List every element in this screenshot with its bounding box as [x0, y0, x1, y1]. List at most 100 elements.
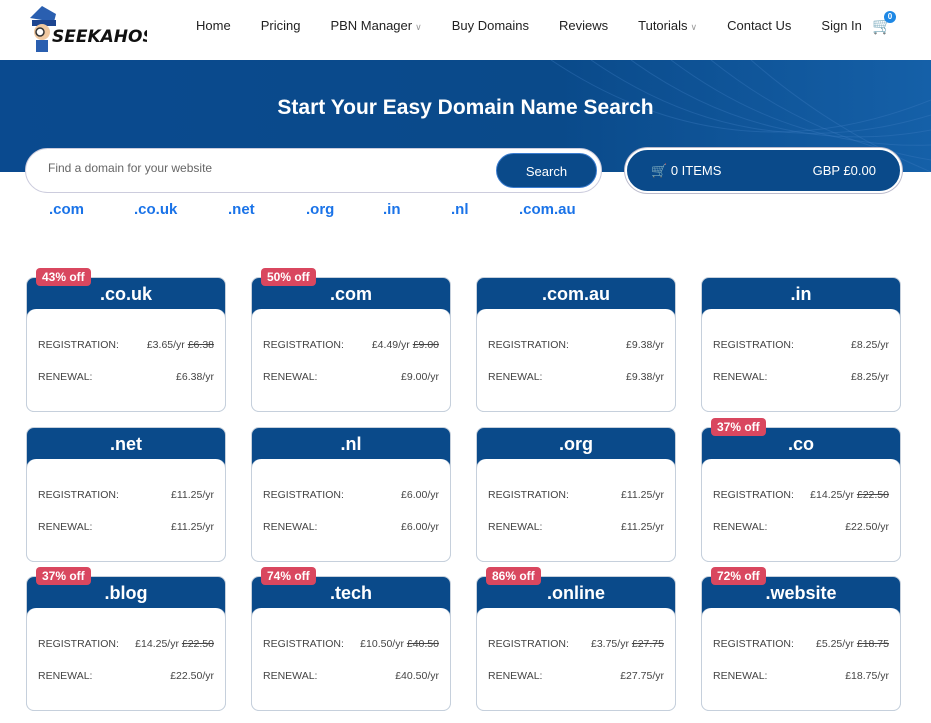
discount-badge: 86% off	[486, 567, 541, 585]
discount-badge: 74% off	[261, 567, 316, 585]
chevron-down-icon: ∨	[690, 22, 698, 32]
original-price: £40.50	[406, 638, 439, 650]
original-price: £6.38	[187, 339, 214, 351]
card-body: REGISTRATION: £14.25/yr £22.50 RENEWAL: …	[26, 608, 226, 711]
card-body: REGISTRATION: £4.49/yr £9.00 RENEWAL: £9…	[251, 309, 451, 412]
tld-name: .nl	[340, 434, 362, 454]
card-body: REGISTRATION: £9.38/yr RENEWAL: £9.38/yr	[476, 309, 676, 412]
domain-price-card[interactable]: .co.uk REGISTRATION: £3.65/yr £6.38 RENE…	[26, 268, 226, 412]
renewal-price: £11.25/yr	[171, 521, 214, 533]
chevron-down-icon: ∨	[415, 22, 422, 32]
nav-item-pbn-manager[interactable]: PBN Manager ∨	[330, 18, 421, 33]
search-button[interactable]: Search	[496, 153, 597, 188]
cart-icon: 🛒	[651, 163, 668, 178]
card-body: REGISTRATION: £11.25/yr RENEWAL: £11.25/…	[476, 459, 676, 562]
tld-link[interactable]: .com	[49, 201, 84, 218]
registration-label: REGISTRATION:	[713, 489, 794, 501]
domain-price-card[interactable]: .co REGISTRATION: £14.25/yr £22.50 RENEW…	[701, 418, 901, 562]
domain-price-card[interactable]: .com.au REGISTRATION: £9.38/yr RENEWAL: …	[476, 277, 676, 412]
tld-link[interactable]: .org	[306, 201, 334, 218]
registration-label: REGISTRATION:	[488, 638, 569, 650]
tld-link[interactable]: .nl	[451, 201, 469, 218]
original-price: £27.75	[631, 638, 664, 650]
nav-item-sign-in[interactable]: Sign In	[821, 18, 861, 33]
renewal-price: £22.50/yr	[845, 521, 889, 533]
renewal-price: £11.25/yr	[621, 521, 664, 533]
original-price: £22.50	[181, 638, 214, 650]
tld-name: .in	[790, 284, 812, 304]
card-body: REGISTRATION: £11.25/yr RENEWAL: £11.25/…	[26, 459, 226, 562]
discount-badge: 37% off	[711, 418, 766, 436]
renewal-price: £22.50/yr	[170, 670, 214, 682]
registration-label: REGISTRATION:	[263, 638, 344, 650]
domain-price-card[interactable]: .online REGISTRATION: £3.75/yr £27.75 RE…	[476, 567, 676, 711]
renewal-label: RENEWAL:	[38, 521, 93, 533]
registration-label: REGISTRATION:	[713, 638, 794, 650]
cart-items: 0 ITEMS	[670, 163, 722, 178]
tld-link[interactable]: .co.uk	[134, 201, 177, 218]
registration-label: REGISTRATION:	[38, 339, 119, 351]
renewal-label: RENEWAL:	[488, 521, 543, 533]
registration-price: £8.25/yr	[851, 339, 889, 351]
registration-price: £9.38/yr	[626, 339, 664, 351]
nav-item-home[interactable]: Home	[196, 18, 231, 33]
renewal-price: £18.75/yr	[845, 670, 889, 682]
renewal-price: £40.50/yr	[395, 670, 439, 682]
original-price: £18.75	[856, 638, 889, 650]
renewal-price: £6.38/yr	[176, 371, 214, 383]
registration-price: £4.49/yr £9.00	[371, 339, 439, 351]
registration-price: £14.25/yr £22.50	[135, 638, 214, 650]
renewal-price: £9.00/yr	[401, 371, 439, 383]
renewal-price: £27.75/yr	[620, 670, 664, 682]
domain-price-card[interactable]: .net REGISTRATION: £11.25/yr RENEWAL: £1…	[26, 427, 226, 562]
cart-summary[interactable]: 🛒 0 ITEMS GBP £0.00	[625, 148, 902, 193]
tld-link[interactable]: .com.au	[519, 201, 576, 218]
renewal-price: £8.25/yr	[851, 371, 889, 383]
nav-item-pricing[interactable]: Pricing	[261, 18, 301, 33]
tld-name: .net	[109, 434, 142, 454]
renewal-label: RENEWAL:	[713, 670, 768, 682]
nav-item-contact-us[interactable]: Contact Us	[727, 18, 791, 33]
domain-price-card[interactable]: .in REGISTRATION: £8.25/yr RENEWAL: £8.2…	[701, 277, 901, 412]
domain-search-input[interactable]	[48, 161, 488, 175]
nav-item-tutorials[interactable]: Tutorials ∨	[638, 18, 697, 33]
discount-badge: 72% off	[711, 567, 766, 585]
renewal-label: RENEWAL:	[263, 521, 318, 533]
card-body: REGISTRATION: £3.75/yr £27.75 RENEWAL: £…	[476, 608, 676, 711]
top-nav: SEEKAHOST Home Pricing PBN Manager∨ Buy Dom…	[0, 0, 931, 60]
tld-link[interactable]: .net	[228, 201, 255, 218]
seekahost-logo[interactable]: SEEKAHOST	[22, 4, 147, 54]
original-price: £22.50	[856, 489, 889, 501]
renewal-label: RENEWAL:	[713, 371, 768, 383]
renewal-label: RENEWAL:	[488, 670, 543, 682]
domain-price-card[interactable]: .nl REGISTRATION: £6.00/yr RENEWAL: £6.0…	[251, 427, 451, 562]
renewal-label: RENEWAL:	[263, 670, 318, 682]
registration-label: REGISTRATION:	[38, 638, 119, 650]
domain-price-card[interactable]: .tech REGISTRATION: £10.50/yr £40.50 REN…	[251, 567, 451, 711]
nav-item-reviews[interactable]: Reviews	[559, 18, 608, 33]
registration-price: £3.65/yr £6.38	[146, 339, 214, 351]
domain-price-card[interactable]: .org REGISTRATION: £11.25/yr RENEWAL: £1…	[476, 427, 676, 562]
tld-name: .org	[559, 434, 593, 454]
page-title: Start Your Easy Domain Name Search	[277, 96, 654, 119]
card-body: REGISTRATION: £14.25/yr £22.50 RENEWAL: …	[701, 459, 901, 562]
discount-badge: 50% off	[261, 268, 316, 286]
svg-text:SEEKAHOST: SEEKAHOST	[52, 27, 147, 47]
registration-price: £11.25/yr	[621, 489, 664, 501]
discount-badge: 43% off	[36, 268, 91, 286]
registration-price: £14.25/yr £22.50	[810, 489, 889, 501]
renewal-label: RENEWAL:	[38, 670, 93, 682]
domain-price-card[interactable]: .website REGISTRATION: £5.25/yr £18.75 R…	[701, 567, 901, 711]
domain-price-card[interactable]: .blog REGISTRATION: £14.25/yr £22.50 REN…	[26, 567, 226, 711]
domain-search-bar: Search	[25, 148, 602, 193]
registration-label: REGISTRATION:	[488, 339, 569, 351]
card-body: REGISTRATION: £8.25/yr RENEWAL: £8.25/yr	[701, 309, 901, 412]
nav-item-buy-domains[interactable]: Buy Domains	[452, 18, 529, 33]
domain-price-card[interactable]: .com REGISTRATION: £4.49/yr £9.00 RENEWA…	[251, 268, 451, 412]
registration-price: £5.25/yr £18.75	[816, 638, 889, 650]
registration-label: REGISTRATION:	[488, 489, 569, 501]
card-body: REGISTRATION: £3.65/yr £6.38 RENEWAL: £6…	[26, 309, 226, 412]
tld-link[interactable]: .in	[383, 201, 401, 218]
cart-count-badge: 0	[884, 11, 896, 23]
card-body: REGISTRATION: £10.50/yr £40.50 RENEWAL: …	[251, 608, 451, 711]
